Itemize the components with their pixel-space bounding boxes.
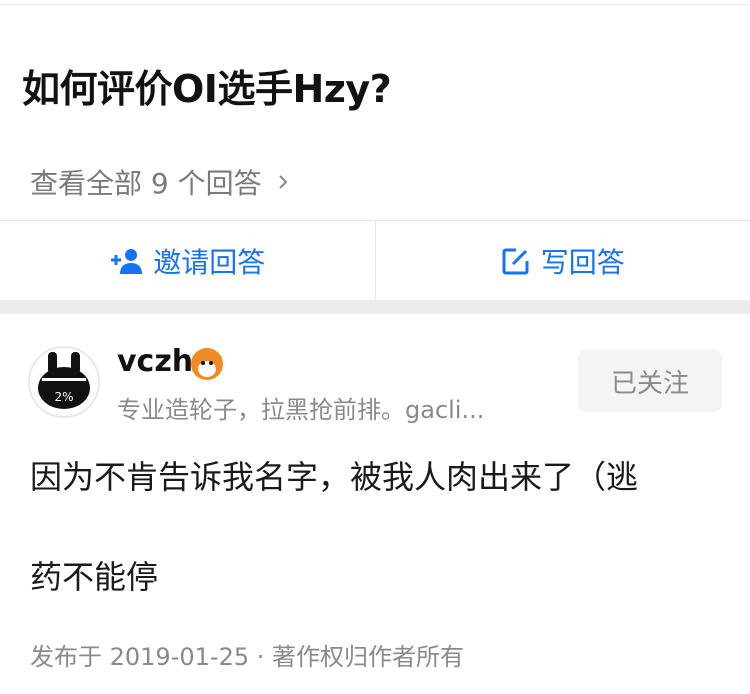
section-divider bbox=[0, 300, 750, 314]
answer-text-line: 因为不肯告诉我名字，被我人肉出来了（逃 bbox=[30, 458, 639, 496]
author-badge-icon bbox=[191, 348, 223, 380]
follow-button[interactable]: 已关注 bbox=[578, 350, 722, 412]
author-bio: 专业造轮子，拉黑抢前排。gacli... bbox=[117, 396, 485, 424]
avatar-text: 2% bbox=[54, 390, 73, 404]
top-divider bbox=[0, 4, 750, 5]
view-all-answers-link[interactable]: 查看全部 9 个回答 bbox=[30, 162, 290, 202]
bunny-avatar-image: 2% bbox=[38, 352, 90, 409]
view-all-label: 查看全部 9 个回答 bbox=[30, 167, 262, 200]
add-person-icon bbox=[111, 249, 143, 274]
chevron-right-icon bbox=[278, 175, 288, 189]
edit-icon bbox=[502, 248, 529, 275]
author-avatar[interactable]: 2% bbox=[28, 346, 100, 418]
write-answer-button[interactable]: 写回答 bbox=[376, 221, 750, 301]
invite-answer-label: 邀请回答 bbox=[153, 246, 266, 279]
question-title[interactable]: 如何评价OI选手Hzy? bbox=[22, 58, 392, 113]
write-answer-label: 写回答 bbox=[540, 246, 625, 279]
answer-text-line: 药不能停 bbox=[30, 558, 159, 596]
invite-answer-button[interactable]: 邀请回答 bbox=[0, 221, 376, 301]
author-name[interactable]: vczh bbox=[117, 344, 193, 379]
answer-action-bar: 邀请回答 写回答 bbox=[0, 220, 750, 301]
answer-meta: 发布于 2019-01-25 · 著作权归作者所有 bbox=[30, 643, 464, 671]
